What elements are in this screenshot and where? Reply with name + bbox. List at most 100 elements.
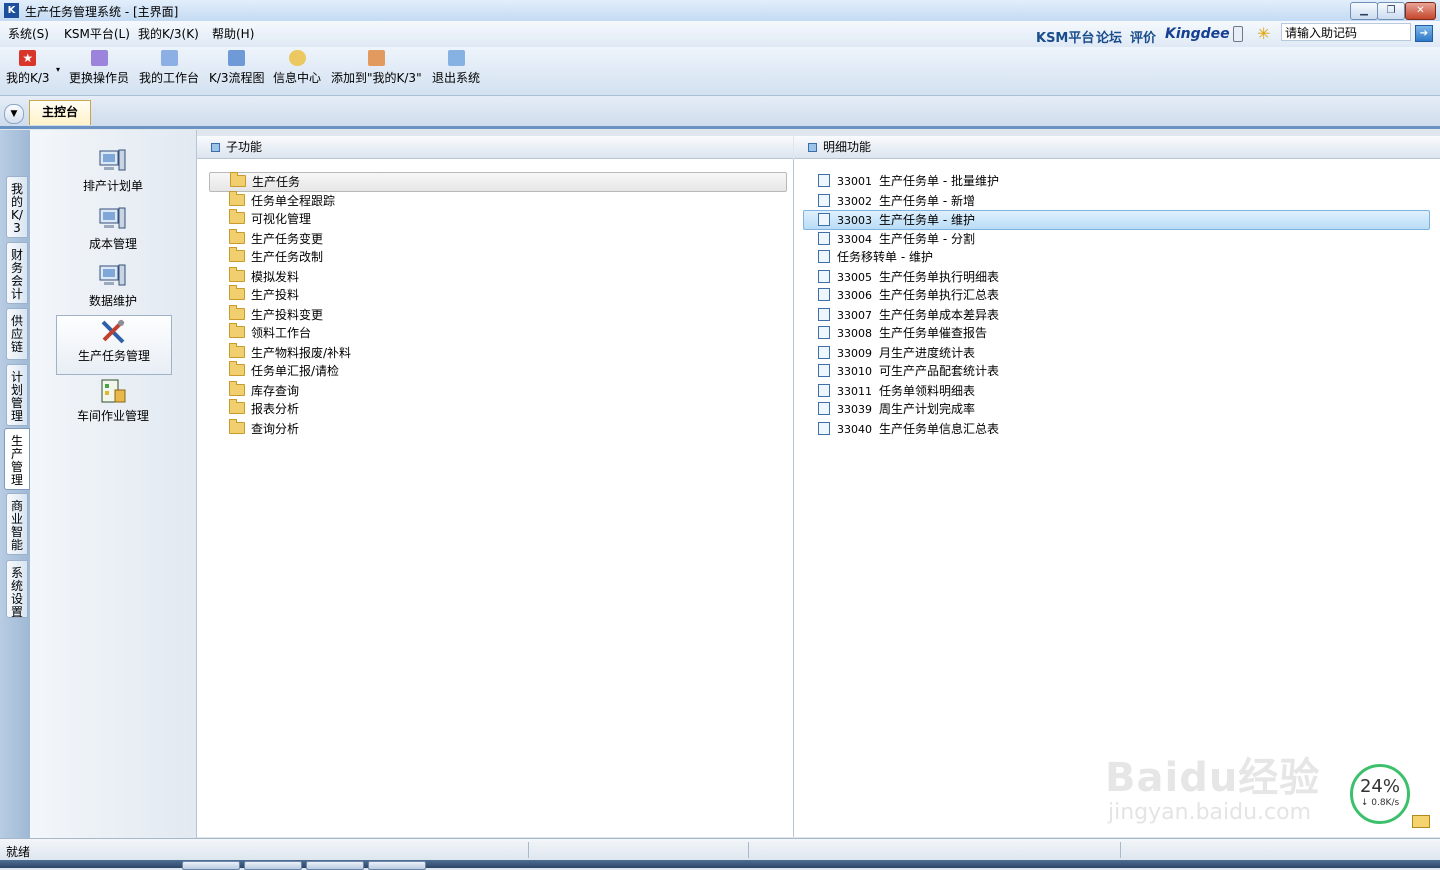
folder-icon bbox=[229, 399, 245, 414]
subfunction-label: 生产任务改制 bbox=[251, 250, 324, 264]
subfunction-label: 可视化管理 bbox=[251, 212, 312, 226]
nav-item-scheduling-plan[interactable]: 排产计划单 bbox=[56, 146, 170, 200]
document-icon bbox=[818, 384, 830, 397]
star-icon[interactable]: ✳ bbox=[1257, 24, 1270, 43]
taskbar-button[interactable] bbox=[182, 861, 240, 870]
phone-icon[interactable] bbox=[1233, 26, 1243, 42]
menu-my-k3[interactable]: 我的K/3(K) bbox=[138, 25, 199, 42]
document-icon bbox=[818, 308, 830, 321]
dropdown-arrow-icon[interactable]: ▾ bbox=[56, 65, 60, 74]
computer-icon bbox=[99, 264, 126, 286]
nav-item-cost-management[interactable]: 成本管理 bbox=[56, 204, 170, 258]
subfunction-item[interactable]: 模拟发料 bbox=[209, 267, 300, 286]
tab-main-console[interactable]: 主控台 bbox=[29, 100, 91, 125]
close-button[interactable]: ✕ bbox=[1405, 2, 1436, 20]
link-ksm-platform[interactable]: KSM平台 bbox=[1036, 27, 1094, 46]
nav-panel: 排产计划单 成本管理 数据维护 生产任务管理 车间作业管理 bbox=[30, 130, 197, 838]
subfunction-item-production-task[interactable]: 生产任务 bbox=[209, 172, 787, 192]
subfunction-item[interactable]: 报表分析 bbox=[209, 399, 299, 418]
toolbar: ★ 我的K/3 ▾ 更换操作员 我的工作台 K/3流程图 信息中心 添加到"我的… bbox=[0, 47, 1440, 96]
detail-item[interactable]: 33001 生产任务单 - 批量维护 bbox=[804, 172, 999, 190]
subfunction-label: 领料工作台 bbox=[251, 326, 312, 340]
subfunction-item[interactable]: 任务单全程跟踪 bbox=[209, 191, 335, 210]
nav-item-data-maintenance[interactable]: 数据维护 bbox=[56, 261, 170, 315]
vtab-label: 供应链 bbox=[11, 314, 24, 354]
folder-icon bbox=[229, 229, 245, 244]
detail-label: 任务单领料明细表 bbox=[879, 384, 976, 398]
info-center-button[interactable]: 信息中心 bbox=[273, 50, 321, 86]
status-text: 就绪 bbox=[6, 845, 31, 859]
exit-system-button[interactable]: 退出系统 bbox=[432, 50, 480, 86]
maximize-button[interactable]: ❐ bbox=[1377, 2, 1405, 20]
subfunction-item[interactable]: 生产任务变更 bbox=[209, 229, 324, 248]
detail-item[interactable]: 33006 生产任务单执行汇总表 bbox=[804, 286, 999, 304]
go-button[interactable]: ➔ bbox=[1415, 25, 1433, 42]
subfunction-label: 生产投料 bbox=[251, 288, 300, 302]
detail-item[interactable]: 33005 生产任务单执行明细表 bbox=[804, 268, 999, 286]
detail-item[interactable]: 33002 生产任务单 - 新增 bbox=[804, 192, 975, 210]
subfunction-item[interactable]: 任务单汇报/请检 bbox=[209, 361, 339, 380]
detail-item[interactable]: 33004 生产任务单 - 分割 bbox=[804, 230, 975, 248]
link-rating[interactable]: 评价 bbox=[1130, 27, 1156, 46]
taskbar-button[interactable] bbox=[244, 861, 302, 870]
detail-label: 任务移转单 - 维护 bbox=[837, 250, 933, 264]
change-operator-button[interactable]: 更换操作员 bbox=[69, 50, 129, 86]
detail-label: 生产任务单 - 维护 bbox=[879, 213, 975, 227]
mail-icon[interactable] bbox=[1412, 815, 1430, 828]
speed-percent: 24% bbox=[1359, 776, 1400, 797]
menu-help[interactable]: 帮助(H) bbox=[212, 25, 254, 42]
taskbar-button[interactable] bbox=[306, 861, 364, 870]
subfunction-item[interactable]: 领料工作台 bbox=[209, 323, 312, 342]
helpcode-input[interactable]: 请输入助记码 bbox=[1281, 23, 1411, 41]
subfunction-item[interactable]: 生产物料报废/补料 bbox=[209, 343, 351, 362]
k3-flowchart-button[interactable]: K/3流程图 bbox=[209, 50, 265, 86]
link-forum[interactable]: 论坛 bbox=[1096, 27, 1122, 46]
detail-item[interactable]: 33039 周生产计划完成率 bbox=[804, 400, 975, 418]
vtab-finance[interactable]: 财务会计 bbox=[6, 242, 28, 304]
subfunction-item[interactable]: 查询分析 bbox=[209, 419, 299, 438]
subfunction-item[interactable]: 生产投料变更 bbox=[209, 305, 323, 324]
vtab-label: 商业智能 bbox=[11, 499, 24, 552]
subfunction-label: 生产任务变更 bbox=[251, 232, 324, 246]
detail-item[interactable]: 33008 生产任务单催查报告 bbox=[804, 324, 987, 342]
my-workbench-button[interactable]: 我的工作台 bbox=[139, 50, 199, 86]
folder-icon bbox=[229, 305, 245, 320]
detail-code: 33009 bbox=[837, 347, 872, 360]
detail-item[interactable]: 33011 任务单领料明细表 bbox=[804, 382, 975, 400]
folder-icon bbox=[229, 361, 245, 376]
add-to-my-k3-button[interactable]: 添加到"我的K/3" bbox=[331, 50, 422, 86]
my-k3-button[interactable]: ★ 我的K/3 bbox=[6, 50, 50, 86]
subfunction-item[interactable]: 生产投料 bbox=[209, 285, 300, 304]
subfunction-item[interactable]: 可视化管理 bbox=[209, 209, 312, 228]
taskbar-button[interactable] bbox=[368, 861, 426, 870]
detail-item[interactable]: 33010 可生产产品配套统计表 bbox=[804, 362, 999, 380]
detail-header-label: 明细功能 bbox=[823, 140, 872, 154]
detail-item[interactable]: 33009 月生产进度统计表 bbox=[804, 344, 975, 362]
menu-ksm-platform[interactable]: KSM平台(L) bbox=[64, 25, 130, 42]
subfunction-item[interactable]: 生产任务改制 bbox=[209, 247, 324, 266]
vtab-business-intelligence[interactable]: 商业智能 bbox=[6, 493, 28, 555]
detail-item[interactable]: 33007 生产任务单成本差异表 bbox=[804, 306, 999, 324]
network-speed-widget[interactable]: 24% ↓ 0.8K/s bbox=[1350, 764, 1410, 824]
nav-item-label: 排产计划单 bbox=[82, 179, 143, 193]
vtab-system-settings[interactable]: 系统设置 bbox=[6, 560, 28, 619]
nav-item-workshop-management[interactable]: 车间作业管理 bbox=[56, 376, 170, 430]
vtab-production[interactable]: 生产管理 bbox=[4, 428, 30, 490]
menu-system[interactable]: 系统(S) bbox=[8, 25, 49, 42]
detail-item-selected[interactable]: 33003 生产任务单 - 维护 bbox=[803, 210, 1430, 230]
vtab-my-k3[interactable]: 我的K/3 bbox=[6, 176, 28, 238]
detail-item[interactable]: 任务移转单 - 维护 bbox=[804, 248, 933, 266]
document-icon bbox=[818, 288, 830, 301]
status-divider bbox=[748, 842, 749, 858]
tab-dropdown-button[interactable]: ▼ bbox=[4, 104, 24, 124]
detail-item[interactable]: 33040 生产任务单信息汇总表 bbox=[804, 420, 999, 438]
document-icon bbox=[818, 174, 830, 187]
subfunction-label: 模拟发料 bbox=[251, 270, 300, 284]
vtab-label: 我的K/3 bbox=[11, 182, 24, 235]
vtab-planning[interactable]: 计划管理 bbox=[6, 364, 28, 426]
minimize-button[interactable]: ▁ bbox=[1350, 2, 1378, 20]
detail-label: 生产任务单 - 批量维护 bbox=[879, 174, 999, 188]
nav-item-production-task-management[interactable]: 生产任务管理 bbox=[56, 315, 172, 375]
subfunction-item[interactable]: 库存查询 bbox=[209, 381, 299, 400]
vtab-supply-chain[interactable]: 供应链 bbox=[6, 308, 28, 360]
